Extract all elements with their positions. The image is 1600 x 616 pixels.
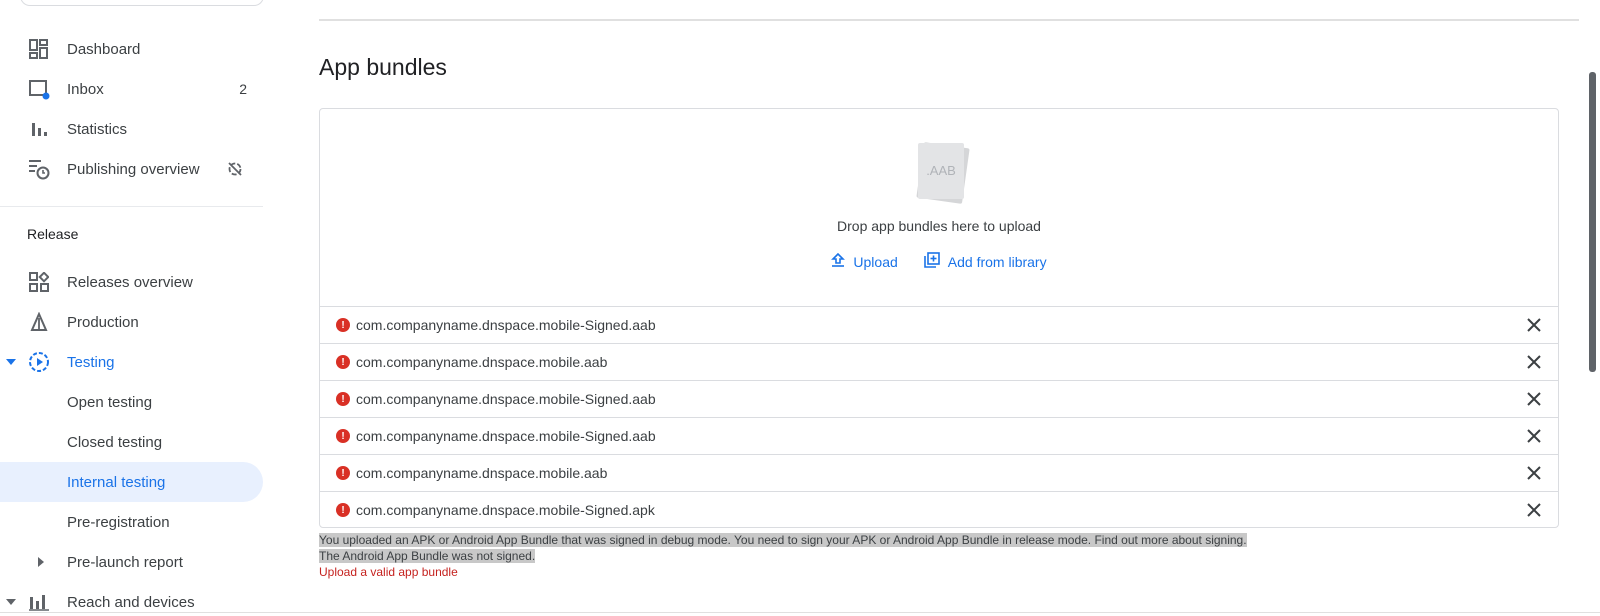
list-item: ! com.companyname.dnspace.mobile-Signed.…	[320, 491, 1558, 528]
list-item: ! com.companyname.dnspace.mobile.aab	[320, 454, 1558, 491]
close-icon[interactable]	[1524, 426, 1544, 446]
list-item: ! com.companyname.dnspace.mobile-Signed.…	[320, 417, 1558, 454]
sidebar-item-pre-launch-report[interactable]: Pre-launch report	[0, 542, 263, 582]
sidebar-item-pre-registration[interactable]: Pre-registration	[0, 502, 263, 542]
file-name: com.companyname.dnspace.mobile-Signed.aa…	[356, 317, 656, 333]
close-icon[interactable]	[1524, 389, 1544, 409]
sidebar-item-testing[interactable]: Testing	[0, 342, 263, 382]
scrollbar[interactable]	[1589, 72, 1596, 372]
search-input[interactable]	[20, 0, 264, 6]
production-icon	[28, 311, 50, 333]
error-icon: !	[336, 466, 350, 480]
card-top-divider	[319, 19, 1579, 21]
sidebar-item-closed-testing[interactable]: Closed testing	[0, 422, 263, 462]
drop-zone[interactable]: .AAB Drop app bundles here to upload Upl…	[320, 109, 1558, 306]
sync-disabled-icon	[227, 161, 243, 177]
error-message-not-signed: The Android App Bundle was not signed.	[319, 549, 536, 563]
sidebar-item-production[interactable]: Production	[0, 302, 263, 342]
upload-label: Upload	[853, 253, 898, 270]
close-icon[interactable]	[1524, 315, 1544, 335]
aab-file-icon: .AAB	[906, 137, 976, 207]
sidebar-item-label: Pre-launch report	[67, 553, 183, 571]
upload-icon	[831, 252, 846, 270]
list-item: ! com.companyname.dnspace.mobile-Signed.…	[320, 306, 1558, 343]
list-item: ! com.companyname.dnspace.mobile-Signed.…	[320, 380, 1558, 417]
publishing-icon	[28, 158, 50, 180]
testing-icon	[28, 351, 50, 373]
sidebar-item-label: Reach and devices	[67, 593, 195, 611]
file-name: com.companyname.dnspace.mobile-Signed.ap…	[356, 502, 655, 518]
sidebar-item-inbox[interactable]: Inbox 2	[0, 69, 263, 109]
upload-actions: Upload Add from library	[320, 252, 1558, 271]
close-icon[interactable]	[1524, 500, 1544, 520]
bar-chart-icon	[28, 118, 50, 140]
uploaded-files-list: ! com.companyname.dnspace.mobile-Signed.…	[320, 306, 1558, 528]
file-name: com.companyname.dnspace.mobile-Signed.aa…	[356, 428, 656, 444]
reach-devices-icon	[28, 591, 50, 613]
sidebar-divider	[0, 206, 263, 207]
caret-right-icon[interactable]	[30, 551, 52, 573]
sidebar-item-label: Dashboard	[67, 40, 141, 58]
section-title-release: Release	[27, 226, 79, 242]
caret-down-icon[interactable]	[6, 357, 16, 367]
dashboard-icon	[28, 38, 50, 60]
add-from-library-label: Add from library	[947, 253, 1047, 270]
sidebar-item-label: Publishing overview	[67, 160, 200, 178]
sidebar-item-internal-testing[interactable]: Internal testing	[0, 462, 263, 502]
sidebar-item-statistics[interactable]: Statistics	[0, 109, 263, 149]
list-item: ! com.companyname.dnspace.mobile.aab	[320, 343, 1558, 380]
sidebar-item-reach-and-devices[interactable]: Reach and devices	[0, 582, 263, 616]
sidebar-item-label: Releases overview	[67, 273, 193, 291]
error-message-text: The Android App Bundle was not signed.	[319, 549, 536, 563]
drop-instructions: Drop app bundles here to upload	[837, 218, 1041, 234]
sidebar-item-label: Production	[67, 313, 139, 331]
aab-icon-label: .AAB	[926, 163, 956, 178]
sidebar: Dashboard Inbox 2 Statistics Publishing …	[0, 0, 264, 616]
sidebar-item-open-testing[interactable]: Open testing	[0, 382, 263, 422]
sidebar-item-label: Open testing	[67, 393, 153, 411]
upload-button[interactable]: Upload	[831, 252, 898, 271]
file-name: com.companyname.dnspace.mobile.aab	[356, 465, 608, 481]
caret-down-icon[interactable]	[6, 597, 16, 607]
error-icon: !	[336, 355, 350, 369]
error-icon: !	[336, 392, 350, 406]
app-bundle-upload-card: .AAB Drop app bundles here to upload Upl…	[319, 108, 1559, 528]
sidebar-item-label: Testing	[67, 353, 115, 371]
bottom-divider	[0, 612, 1600, 613]
file-name: com.companyname.dnspace.mobile.aab	[356, 354, 608, 370]
sidebar-item-label: Closed testing	[67, 433, 163, 451]
file-name: com.companyname.dnspace.mobile-Signed.aa…	[356, 391, 656, 407]
sidebar-item-publishing-overview[interactable]: Publishing overview	[0, 149, 263, 189]
sidebar-item-label: Internal testing	[67, 473, 166, 491]
close-icon[interactable]	[1524, 352, 1544, 372]
sidebar-item-label: Inbox	[67, 80, 104, 98]
sidebar-item-label: Pre-registration	[67, 513, 170, 531]
sidebar-item-releases-overview[interactable]: Releases overview	[0, 262, 263, 302]
sidebar-item-label: Statistics	[67, 120, 128, 138]
inbox-icon	[28, 78, 50, 100]
error-icon: !	[336, 318, 350, 332]
sidebar-item-dashboard[interactable]: Dashboard	[0, 29, 263, 69]
error-message-debug-signed: You uploaded an APK or Android App Bundl…	[319, 533, 1247, 547]
close-icon[interactable]	[1524, 463, 1544, 483]
library-add-icon	[923, 252, 940, 271]
error-icon: !	[336, 503, 350, 517]
error-message-text: You uploaded an APK or Android App Bundl…	[319, 533, 1247, 547]
page-title: App bundles	[319, 54, 447, 80]
inbox-count-badge: 2	[239, 81, 247, 97]
releases-overview-icon	[28, 271, 50, 293]
add-from-library-button[interactable]: Add from library	[923, 252, 1047, 271]
validation-error: Upload a valid app bundle	[319, 565, 458, 579]
error-icon: !	[336, 429, 350, 443]
